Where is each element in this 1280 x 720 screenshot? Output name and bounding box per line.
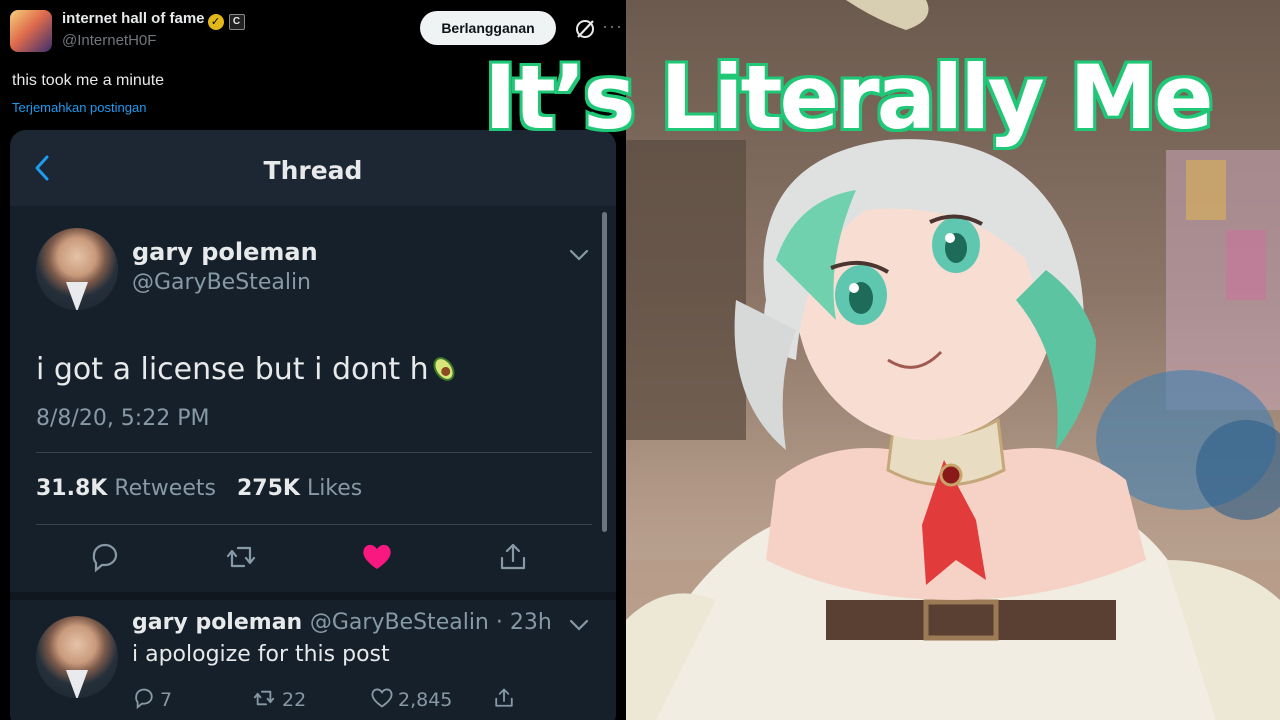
like-count[interactable]: 275K [237,476,300,501]
chevron-down-icon[interactable] [568,248,590,262]
overlay-title: It’s Literally Me [481,43,1217,152]
divider [36,452,592,453]
affiliate-badge-icon: C [228,14,245,30]
reply-retweets-action[interactable]: 22 [250,686,306,711]
reply-likes-action[interactable]: 2,845 [370,686,452,711]
retweet-label[interactable]: Retweets [114,476,216,501]
reply-retweets-count: 22 [282,689,307,711]
reply-share-action[interactable] [492,686,520,711]
tweet-author-handle[interactable]: @GaryBeStealin [132,270,311,295]
thread-separator [10,592,616,600]
scrollbar[interactable] [602,212,607,532]
translate-link[interactable]: Terjemahkan postingan [12,100,146,115]
author-name-row[interactable]: internet hall of fame ✓ C [62,10,245,30]
subscribe-button[interactable]: Berlangganan [420,11,556,45]
grok-icon[interactable] [574,18,596,40]
heart-liked-icon[interactable] [360,540,394,574]
embedded-screenshot[interactable]: Thread gary poleman @GaryBeStealin i got… [10,130,616,720]
author-handle[interactable]: @InternetH0F [62,32,156,49]
author-name[interactable]: internet hall of fame [62,10,205,27]
more-options-icon[interactable]: ··· [602,16,623,37]
reply-likes-count: 2,845 [398,689,453,711]
reply-replies-action[interactable]: 7 [132,686,172,711]
author-avatar[interactable] [10,10,52,52]
chevron-down-icon[interactable] [568,618,590,632]
share-icon [495,688,513,707]
reply-icon[interactable] [88,540,122,574]
reply-replies-count: 7 [160,689,173,711]
avocado-emoji-icon [433,357,455,381]
tweet-stats: 31.8K Retweets 275K Likes [36,476,376,501]
tweet-text: i got a license but i dont h [36,352,459,387]
reply-text: i apologize for this post [132,642,390,667]
reply-author-name[interactable]: gary poleman [132,610,302,635]
divider [36,524,592,525]
tweet-text-body: i got a license but i dont h [36,352,429,387]
reply-author-meta[interactable]: @GaryBeStealin · 23h [310,610,552,635]
reply-author-row[interactable]: gary poleman @GaryBeStealin · 23h [132,610,552,635]
retweet-icon[interactable] [224,540,258,574]
reply-gary-avatar[interactable] [36,616,118,698]
reply-icon [135,688,153,710]
tweet-author-name[interactable]: gary poleman [132,238,318,266]
tweet-timestamp[interactable]: 8/8/20, 5:22 PM [36,406,209,431]
verified-badge-icon: ✓ [207,14,224,30]
retweet-icon [253,690,275,706]
heart-icon [371,688,393,708]
retweet-count[interactable]: 31.8K [36,476,107,501]
post-text: this took me a minute [12,72,165,89]
gary-avatar[interactable] [36,228,118,310]
like-label[interactable]: Likes [307,476,362,501]
share-icon[interactable] [496,540,530,574]
